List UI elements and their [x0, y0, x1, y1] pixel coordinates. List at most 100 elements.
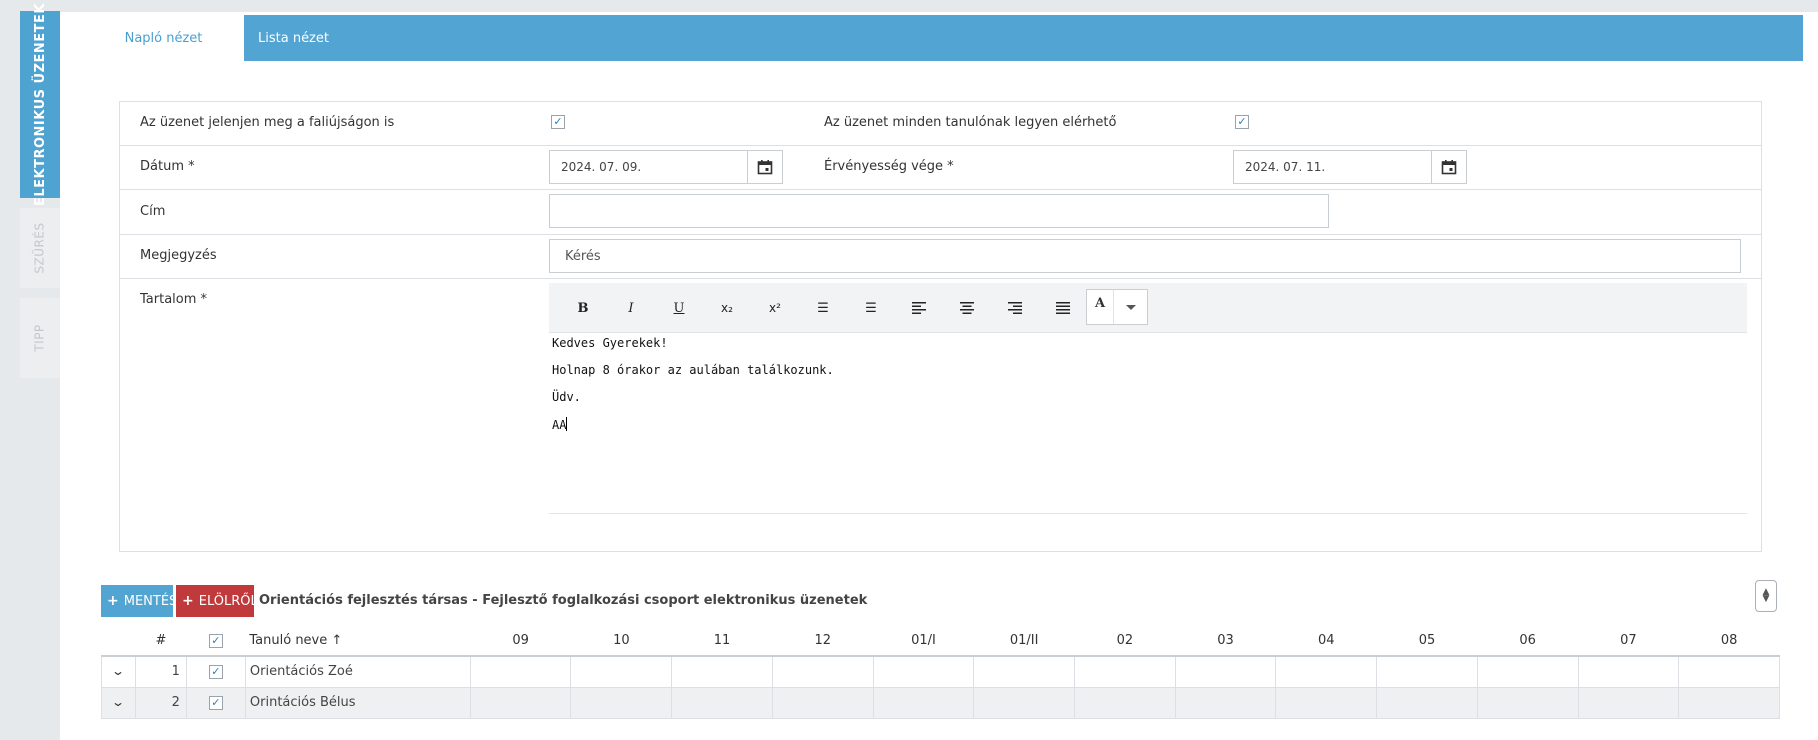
row-select-cell[interactable]: ✓	[185, 686, 246, 719]
form-row-dates: Dátum * 2024. 07. 09. Érvényesség vége *…	[120, 146, 1761, 190]
editor-line-last: AA	[552, 417, 568, 432]
grid-cell[interactable]	[1476, 655, 1579, 688]
plus-icon: +	[107, 593, 119, 609]
side-tab-messages[interactable]: ELEKTRONIKUS ÜZENETEK	[20, 3, 60, 206]
grid-cell[interactable]	[1275, 686, 1378, 719]
expand-cell[interactable]: ⌄	[101, 655, 136, 688]
unordered-list-icon[interactable]: ☰	[860, 297, 882, 319]
subscript-icon[interactable]: x₂	[716, 297, 738, 319]
note-value: Kérés	[565, 249, 601, 264]
validity-label: Érvényesség vége *	[824, 159, 954, 174]
editor-toolbar: B I U x₂ x² ☰ ☰ A	[549, 283, 1747, 333]
grid-cell[interactable]	[570, 686, 673, 719]
date-label: Dátum *	[140, 159, 195, 174]
ordered-list-icon[interactable]: ☰	[812, 297, 834, 319]
tab-log-view[interactable]: Napló nézet	[83, 15, 244, 61]
message-form: Az üzenet jelenjen meg a faliújságon is …	[119, 101, 1762, 552]
tab-list-view[interactable]: Lista nézet	[246, 15, 341, 61]
align-left-icon[interactable]	[908, 297, 930, 319]
chevron-down-icon[interactable]: ⌄	[111, 664, 125, 678]
top-strip	[0, 0, 1818, 12]
col-student-name[interactable]: Tanuló neve ↑	[245, 625, 471, 657]
student-name: Orintációs Bélus	[244, 686, 471, 719]
grid-cell[interactable]	[469, 686, 572, 719]
editor-line: Holnap 8 órakor az aulában találkozunk.	[552, 363, 834, 377]
grid-cell[interactable]	[1376, 655, 1478, 688]
col-month: 11	[671, 625, 773, 657]
calendar-icon[interactable]	[747, 151, 782, 183]
row-select-cell[interactable]: ✓	[185, 655, 246, 688]
chevron-down-icon[interactable]: ⌄	[111, 695, 125, 709]
row-checkbox[interactable]: ✓	[208, 665, 223, 680]
align-center-icon[interactable]	[956, 297, 978, 319]
content-editor[interactable]: Kedves Gyerekek! Holnap 8 órakor az aulá…	[549, 333, 1747, 514]
select-all-checkbox[interactable]: ✓	[208, 633, 223, 648]
row-checkbox[interactable]: ✓	[208, 696, 223, 710]
grid-cell[interactable]	[973, 655, 1075, 688]
student-grid: # ✓ Tanuló neve ↑ 09 10 11 12 01/I 01/II…	[101, 625, 1780, 719]
form-row-title: Cím	[120, 190, 1761, 235]
expand-cell[interactable]: ⌄	[101, 686, 136, 719]
grid-cell[interactable]	[1275, 655, 1378, 688]
date-field[interactable]: 2024. 07. 09.	[549, 150, 783, 184]
sort-down-icon: ▼	[1762, 594, 1770, 604]
grid-cell[interactable]	[1577, 686, 1680, 719]
superscript-icon[interactable]: x²	[764, 297, 786, 319]
table-row: ⌄ 1 ✓ Orientációs Zoé	[101, 655, 1780, 688]
form-row-note: Megjegyzés Kérés	[120, 235, 1761, 279]
col-month: 07	[1578, 625, 1679, 657]
editor-line: Üdv.	[552, 390, 581, 404]
grid-cell[interactable]	[771, 655, 874, 688]
main-panel: Napló nézet Lista nézet Az üzenet jelenj…	[60, 12, 1818, 740]
sort-toggle-button[interactable]: ▲ ▼	[1755, 580, 1777, 612]
side-tab-messages-label: ELEKTRONIKUS ÜZENETEK	[32, 3, 48, 206]
side-tab-tip-label: TIPP	[33, 324, 47, 352]
side-tab-filter[interactable]: SZŰRÉS	[20, 208, 60, 288]
col-month: 09	[470, 625, 571, 657]
italic-icon[interactable]: I	[620, 297, 642, 319]
calendar-icon[interactable]	[1431, 151, 1466, 183]
note-input[interactable]: Kérés	[549, 239, 1741, 273]
grid-cell[interactable]	[1678, 655, 1780, 688]
side-tab-tip[interactable]: TIPP	[20, 298, 60, 378]
grid-cell[interactable]	[671, 686, 773, 719]
grid-cell[interactable]	[1678, 686, 1780, 719]
col-month: 12	[772, 625, 874, 657]
underline-icon[interactable]: U	[668, 297, 690, 319]
align-justify-icon[interactable]	[1052, 297, 1074, 319]
row-index: 1	[134, 655, 187, 688]
reset-button-label: ELÖLRŐL	[198, 593, 258, 609]
grid-cell[interactable]	[469, 655, 572, 688]
col-select-all[interactable]: ✓	[186, 625, 246, 657]
grid-cell[interactable]	[872, 686, 975, 719]
form-row-visibility: Az üzenet jelenjen meg a faliújságon is …	[120, 102, 1761, 146]
wall-checkbox[interactable]: ✓	[551, 115, 565, 129]
grid-cell[interactable]	[671, 655, 773, 688]
grid-cell[interactable]	[1074, 655, 1176, 688]
validity-date-value: 2024. 07. 11.	[1245, 160, 1326, 174]
col-expand	[101, 625, 136, 657]
align-right-icon[interactable]	[1004, 297, 1026, 319]
chevron-down-icon[interactable]	[1126, 305, 1136, 310]
editor-line: Kedves Gyerekek!	[552, 336, 668, 350]
grid-cell[interactable]	[973, 686, 1075, 719]
grid-cell[interactable]	[1376, 686, 1478, 719]
grid-cell[interactable]	[1174, 655, 1277, 688]
grid-cell[interactable]	[1476, 686, 1579, 719]
bold-icon[interactable]: B	[572, 297, 594, 319]
grid-cell[interactable]	[872, 655, 975, 688]
grid-cell[interactable]	[1074, 686, 1176, 719]
text-color-icon[interactable]: A	[1087, 290, 1114, 324]
validity-date-field[interactable]: 2024. 07. 11.	[1233, 150, 1467, 184]
save-button[interactable]: + MENTÉS	[101, 585, 177, 617]
title-input[interactable]	[549, 194, 1329, 228]
grid-cell[interactable]	[570, 655, 673, 688]
grid-cell[interactable]	[1577, 655, 1680, 688]
all-students-checkbox[interactable]: ✓	[1235, 115, 1249, 129]
col-month: 03	[1175, 625, 1276, 657]
reset-button[interactable]: + ELÖLRŐL	[176, 585, 258, 617]
grid-cell[interactable]	[771, 686, 874, 719]
col-month: 04	[1275, 625, 1377, 657]
grid-cell[interactable]	[1174, 686, 1277, 719]
text-color-picker[interactable]: A	[1086, 289, 1148, 325]
